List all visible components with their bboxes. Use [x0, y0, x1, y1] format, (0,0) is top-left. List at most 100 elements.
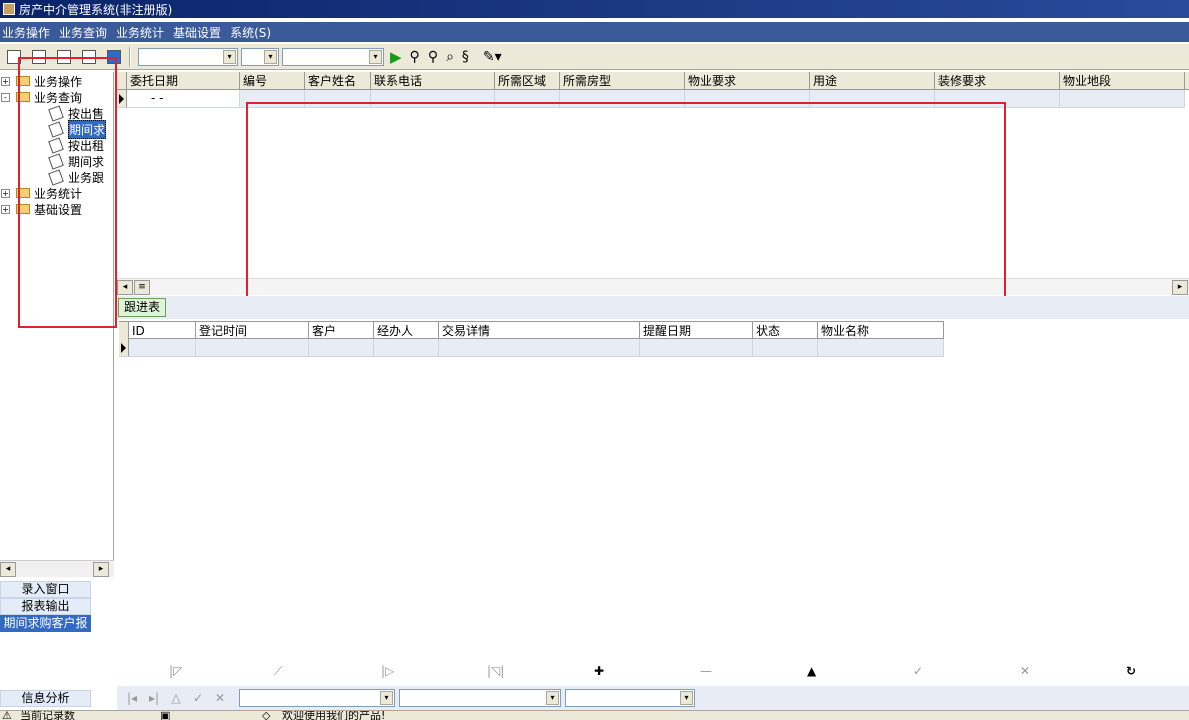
- follow-up-tab[interactable]: 跟进表: [118, 298, 166, 317]
- tree-node-business-ops[interactable]: + 业务操作: [1, 73, 82, 89]
- filter-combo-3[interactable]: ▾: [565, 689, 695, 707]
- table-cell[interactable]: [810, 90, 935, 108]
- column-header[interactable]: 所需区域: [495, 72, 560, 90]
- column-header[interactable]: 委托日期: [127, 72, 240, 90]
- expand-icon[interactable]: +: [1, 188, 10, 198]
- table-row[interactable]: [119, 339, 944, 357]
- column-header[interactable]: 编号: [240, 72, 305, 90]
- tree-node-period-rent[interactable]: 期间求: [48, 152, 104, 170]
- table-cell[interactable]: [240, 90, 305, 108]
- menu-business-ops[interactable]: 业务操作: [0, 24, 56, 41]
- table-cell[interactable]: [753, 339, 818, 357]
- scroll-right-icon[interactable]: ▸: [1172, 280, 1188, 295]
- prior-record-icon[interactable]: ⟋: [274, 664, 282, 679]
- info-analysis-button[interactable]: 信息分析: [0, 690, 91, 707]
- menu-business-query[interactable]: 业务查询: [56, 24, 113, 41]
- next-record-icon[interactable]: |▷: [381, 664, 394, 678]
- preview-icon[interactable]: ⌕: [446, 46, 454, 68]
- column-header[interactable]: 登记时间: [196, 322, 309, 340]
- menu-basic-settings[interactable]: 基础设置: [170, 24, 227, 41]
- buyer-grid[interactable]: 委托日期 编号 客户姓名 联系电话 所需区域 所需房型 物业要求 用途 装修要求…: [117, 72, 1189, 278]
- menu-business-stats[interactable]: 业务统计: [113, 24, 170, 41]
- table-cell[interactable]: [560, 90, 685, 108]
- expand-icon[interactable]: +: [1, 204, 10, 214]
- doc-button[interactable]: [53, 46, 75, 68]
- column-header[interactable]: 用途: [810, 72, 935, 90]
- table-cell[interactable]: - -: [127, 90, 240, 108]
- column-header[interactable]: 交易详情: [439, 322, 640, 340]
- column-header[interactable]: 状态: [753, 322, 818, 340]
- scroll-left-icon[interactable]: ◂: [117, 280, 133, 295]
- period-buyer-report-button[interactable]: 期间求购客户报表: [0, 615, 91, 645]
- table-cell[interactable]: [439, 339, 640, 357]
- tree-horizontal-scrollbar[interactable]: ◂ ▸: [0, 560, 114, 577]
- column-header[interactable]: 联系电话: [371, 72, 495, 90]
- filter-combo-2[interactable]: ▾: [399, 689, 561, 707]
- expand-icon[interactable]: +: [1, 76, 10, 86]
- last-icon[interactable]: ▸|: [147, 691, 161, 705]
- table-cell[interactable]: [818, 339, 944, 357]
- first-record-icon[interactable]: |◸: [169, 664, 182, 678]
- filter-combo-1[interactable]: ▾: [239, 689, 395, 707]
- table-cell[interactable]: [309, 339, 374, 357]
- scroll-thumb[interactable]: ≡: [134, 280, 150, 295]
- tree-node-business-stats[interactable]: + 业务统计: [1, 185, 82, 201]
- column-header[interactable]: 经办人: [374, 322, 439, 340]
- menu-system[interactable]: 系统(S): [227, 24, 277, 41]
- column-header[interactable]: 所需房型: [560, 72, 685, 90]
- insert-record-icon[interactable]: ✚: [594, 664, 604, 678]
- up-icon[interactable]: △: [169, 691, 183, 705]
- run-query-icon[interactable]: ▶: [390, 48, 402, 66]
- follow-up-grid[interactable]: ID 登记时间 客户 经办人 交易详情 提醒日期 状态 物业名称: [119, 321, 944, 357]
- edit-icon[interactable]: ✎▾: [483, 46, 502, 68]
- field-combo[interactable]: ▾: [138, 47, 238, 66]
- tree-node-basic-settings[interactable]: + 基础设置: [1, 201, 82, 217]
- tree-node-period-buy[interactable]: 期间求: [48, 119, 107, 139]
- tree-node-business-query[interactable]: - 业务查询: [1, 89, 82, 105]
- table-row[interactable]: - -: [117, 90, 1185, 108]
- entry-window-button[interactable]: 录入窗口: [0, 581, 91, 598]
- grid-horizontal-scrollbar[interactable]: ◂ ≡ ▸: [117, 278, 1189, 295]
- column-header[interactable]: 装修要求: [935, 72, 1060, 90]
- window-button[interactable]: [103, 46, 125, 68]
- close-icon[interactable]: ✕: [213, 691, 227, 705]
- form-button[interactable]: [78, 46, 100, 68]
- table-cell[interactable]: [196, 339, 309, 357]
- table-cell[interactable]: [371, 90, 495, 108]
- refresh-icon[interactable]: §: [462, 46, 469, 68]
- cancel-record-icon[interactable]: ✕: [1020, 664, 1030, 678]
- find-icon[interactable]: ⚲: [410, 46, 420, 68]
- report-output-button[interactable]: 报表输出: [0, 598, 91, 615]
- check-icon[interactable]: ✓: [191, 691, 205, 705]
- table-cell[interactable]: [374, 339, 439, 357]
- operator-combo[interactable]: ▾: [241, 47, 279, 66]
- table-cell[interactable]: [935, 90, 1060, 108]
- table-cell[interactable]: [305, 90, 371, 108]
- column-header[interactable]: 物业要求: [685, 72, 810, 90]
- column-header[interactable]: 提醒日期: [640, 322, 753, 340]
- delete-record-icon[interactable]: —: [700, 664, 712, 678]
- list-button[interactable]: [28, 46, 50, 68]
- table-cell[interactable]: [640, 339, 753, 357]
- post-record-icon[interactable]: ✓: [913, 664, 923, 678]
- table-cell[interactable]: [495, 90, 560, 108]
- table-cell[interactable]: [129, 339, 196, 357]
- column-header[interactable]: 客户姓名: [305, 72, 371, 90]
- scroll-right-icon[interactable]: ▸: [93, 562, 109, 577]
- table-cell[interactable]: [1060, 90, 1185, 108]
- tree-node-rent-query[interactable]: 按出租: [48, 136, 104, 154]
- refresh-record-icon[interactable]: ↻: [1126, 664, 1136, 678]
- collapse-icon[interactable]: -: [1, 92, 10, 102]
- value-combo[interactable]: ▾: [282, 47, 384, 66]
- column-header[interactable]: 物业地段: [1060, 72, 1185, 90]
- scroll-left-icon[interactable]: ◂: [0, 562, 16, 577]
- find-next-icon[interactable]: ⚲: [428, 46, 438, 68]
- column-header[interactable]: 客户: [309, 322, 374, 340]
- last-record-icon[interactable]: |◹|: [487, 664, 504, 678]
- column-header[interactable]: 物业名称: [818, 322, 944, 340]
- table-cell[interactable]: [685, 90, 810, 108]
- new-button[interactable]: [3, 46, 25, 68]
- first-icon[interactable]: |◂: [125, 691, 139, 705]
- edit-record-icon[interactable]: ▲: [807, 664, 816, 678]
- column-header[interactable]: ID: [129, 322, 196, 340]
